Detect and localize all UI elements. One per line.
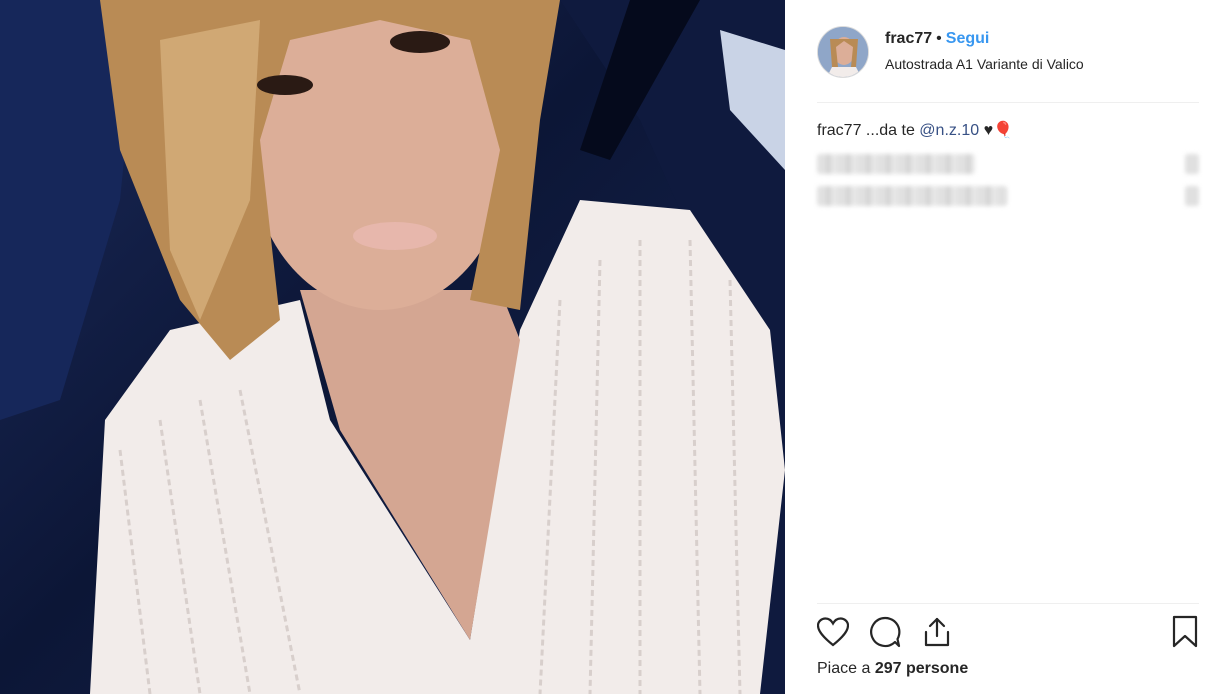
likes-suffix: persone: [905, 660, 969, 677]
location-link[interactable]: Autostrada A1 Variante di Valico: [885, 56, 1084, 72]
post-actions: [817, 614, 1199, 654]
likes-prefix: Piace a: [817, 660, 871, 677]
actions-divider: [817, 603, 1199, 604]
caption-mention[interactable]: @n.z.10: [919, 122, 979, 139]
caption-username[interactable]: frac77: [817, 122, 861, 139]
blurred-comment-2-like: [1185, 186, 1199, 206]
header-divider: [817, 102, 1199, 103]
caption-emoji: ♥🎈: [983, 122, 1013, 139]
blurred-comment-1-like: [1185, 154, 1199, 174]
avatar-image: [818, 27, 868, 77]
instagram-post: frac77 • Segui Autostrada A1 Variante di V…: [0, 0, 1217, 694]
header-text: frac77 • Segui Autostrada A1 Variante di V…: [885, 30, 1084, 72]
selfie-illustration: [0, 0, 785, 694]
heart-icon[interactable]: [815, 614, 851, 650]
username-link[interactable]: frac77: [885, 30, 932, 47]
post-photo[interactable]: [0, 0, 785, 694]
post-side-panel: frac77 • Segui Autostrada A1 Variante di V…: [785, 0, 1217, 694]
post-caption: frac77 ...da te @n.z.10 ♥🎈: [817, 120, 1013, 140]
separator-dot: •: [936, 30, 942, 47]
blurred-comment-2: [817, 186, 1007, 206]
comment-icon[interactable]: [867, 614, 903, 650]
share-icon[interactable]: [919, 614, 955, 650]
post-header: frac77 • Segui Autostrada A1 Variante di V…: [817, 26, 1199, 82]
avatar[interactable]: [817, 26, 869, 78]
likes-number: 297: [874, 660, 902, 677]
blurred-comment-1: [817, 154, 975, 174]
likes-count[interactable]: Piace a 297 persone: [817, 660, 968, 678]
follow-button[interactable]: Segui: [946, 30, 990, 47]
bookmark-icon[interactable]: [1167, 614, 1203, 650]
caption-text: ...da te: [865, 122, 915, 139]
